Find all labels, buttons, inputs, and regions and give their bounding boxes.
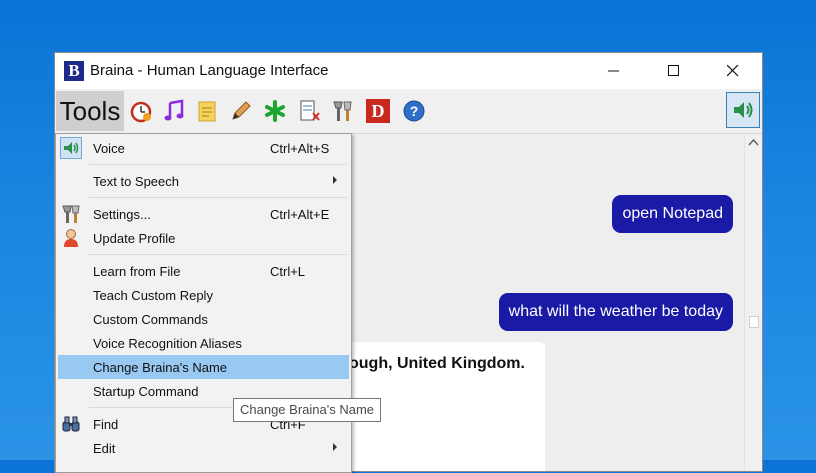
sticky-notes-icon[interactable] <box>195 99 219 123</box>
menu-item-voice-recognition-aliases[interactable]: Voice Recognition Aliases <box>58 331 349 355</box>
menu-separator <box>89 254 347 255</box>
menu-item-shortcut: Ctrl+Alt+S <box>270 141 330 156</box>
scroll-up-icon[interactable] <box>745 134 762 151</box>
menu-item-settings[interactable]: Settings... Ctrl+Alt+E <box>58 202 349 226</box>
menu-item-label: Startup Command <box>93 384 199 399</box>
user-message: what will the weather be today <box>498 293 733 331</box>
close-button[interactable] <box>703 53 762 89</box>
menu-item-learn-from-file[interactable]: Learn from File Ctrl+L <box>58 259 349 283</box>
menu-item-label: Teach Custom Reply <box>93 288 213 303</box>
chat-scrollbar[interactable] <box>744 134 762 471</box>
svg-text:?: ? <box>410 103 419 119</box>
pen-note-icon[interactable] <box>229 99 253 123</box>
tools-menu-button[interactable]: Tools <box>56 91 124 131</box>
speaker-icon <box>60 137 82 159</box>
menu-item-label: Find <box>93 417 119 432</box>
speaker-toggle-button[interactable] <box>726 92 760 128</box>
binoculars-icon <box>60 413 82 435</box>
window-title: Braina - Human Language Interface <box>90 62 329 79</box>
menu-item-voice[interactable]: Voice Ctrl+Alt+S <box>58 136 349 160</box>
user-profile-icon <box>60 227 82 249</box>
music-note-icon[interactable] <box>162 99 186 123</box>
minimize-icon <box>608 70 619 72</box>
alarm-clock-icon[interactable] <box>129 99 153 123</box>
menu-item-label: Custom Commands <box>93 312 208 327</box>
maximize-button[interactable] <box>644 53 704 89</box>
submenu-arrow-icon <box>333 443 337 451</box>
menu-item-label: Change Braina's Name <box>93 360 227 375</box>
speaker-icon <box>734 102 753 118</box>
menu-item-label: Learn from File <box>93 264 181 279</box>
menu-item-label: Settings... <box>93 207 151 222</box>
settings-tools-icon[interactable] <box>331 99 355 123</box>
menu-item-label: Text to Speech <box>93 174 179 189</box>
menu-item-edit[interactable]: Edit <box>58 436 349 460</box>
dictionary-icon[interactable]: D <box>366 99 390 123</box>
menu-separator <box>89 197 347 198</box>
menu-item-shortcut: Ctrl+L <box>270 264 306 279</box>
help-icon[interactable]: ? <box>402 99 426 123</box>
asterisk-icon[interactable] <box>263 99 287 123</box>
menu-item-label: Voice Recognition Aliases <box>93 336 242 351</box>
menu-separator <box>89 164 347 165</box>
menu-item-custom-commands[interactable]: Custom Commands <box>58 307 349 331</box>
tooltip: Change Braina's Name <box>233 398 381 422</box>
menu-item-change-braina-name[interactable]: Change Braina's Name <box>58 355 349 379</box>
toolbar: Tools D ? <box>55 89 762 134</box>
menu-item-label: Edit <box>93 441 116 456</box>
menu-item-update-profile[interactable]: Update Profile <box>58 226 349 250</box>
menu-item-label: Update Profile <box>93 231 176 246</box>
tools-dropdown-menu: Voice Ctrl+Alt+S Text to Speech Settings… <box>55 133 352 473</box>
settings-tools-icon <box>60 203 82 225</box>
maximize-icon <box>668 65 679 76</box>
menu-item-teach-custom-reply[interactable]: Teach Custom Reply <box>58 283 349 307</box>
clear-document-icon[interactable] <box>298 99 322 123</box>
menu-item-label: Voice <box>93 141 125 156</box>
menu-item-shortcut: Ctrl+Alt+E <box>270 207 330 222</box>
user-message: open Notepad <box>612 195 733 233</box>
menu-item-text-to-speech[interactable]: Text to Speech <box>58 169 349 193</box>
bot-message-text: ough, United Kingdom. <box>349 355 525 372</box>
close-icon <box>727 65 739 77</box>
scroll-thumb[interactable] <box>749 316 759 328</box>
title-bar[interactable]: B Braina - Human Language Interface <box>55 53 762 89</box>
submenu-arrow-icon <box>333 176 337 184</box>
braina-logo-icon: B <box>64 61 84 81</box>
minimize-button[interactable] <box>584 53 644 89</box>
